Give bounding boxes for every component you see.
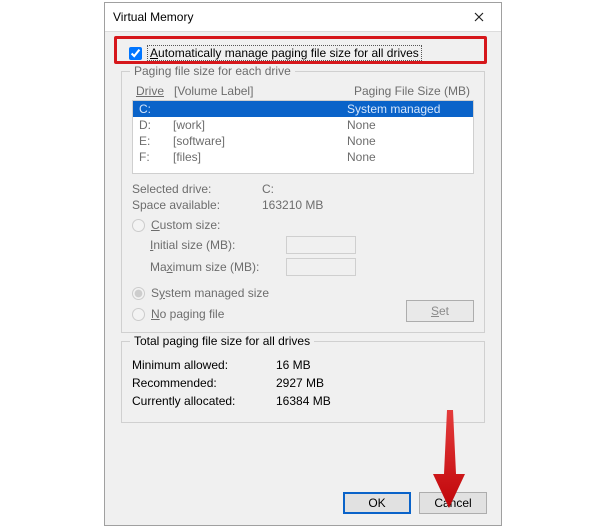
set-button[interactable]: Set	[406, 300, 474, 322]
drive-row[interactable]: F:[files]None	[133, 149, 473, 165]
no-paging-radio[interactable]	[132, 308, 145, 321]
auto-manage-row: Automatically manage paging file size fo…	[117, 40, 489, 65]
auto-manage-label[interactable]: Automatically manage paging file size fo…	[147, 45, 422, 61]
system-managed-label: System managed size	[151, 286, 269, 300]
drive-letter: F:	[139, 150, 173, 164]
initial-size-label: Initial size (MB):	[150, 238, 276, 252]
selected-drive-label: Selected drive:	[132, 182, 252, 196]
drive-paging-size: System managed	[347, 102, 467, 116]
auto-manage-checkbox[interactable]	[129, 47, 142, 60]
maximum-size-input[interactable]	[286, 258, 356, 276]
drive-row[interactable]: D:[work]None	[133, 117, 473, 133]
cur-value: 16384 MB	[276, 394, 331, 408]
custom-size-label: Custom size:	[151, 218, 220, 232]
drive-list-header: Drive [Volume Label] Paging File Size (M…	[132, 84, 474, 98]
custom-size-radio[interactable]	[132, 219, 145, 232]
initial-size-input[interactable]	[286, 236, 356, 254]
header-size: Paging File Size (MB)	[354, 84, 470, 98]
drive-paging-size: None	[347, 150, 467, 164]
min-label: Minimum allowed:	[132, 358, 264, 372]
drive-volume-label: [software]	[173, 134, 347, 148]
cancel-button[interactable]: Cancel	[419, 492, 487, 514]
titlebar: Virtual Memory	[105, 3, 501, 32]
no-paging-label: No paging file	[151, 307, 224, 321]
rec-label: Recommended:	[132, 376, 264, 390]
drive-volume-label: [files]	[173, 150, 347, 164]
drive-letter: C:	[139, 102, 173, 116]
cur-label: Currently allocated:	[132, 394, 264, 408]
dialog-footer: OK Cancel	[343, 492, 487, 514]
space-value: 163210 MB	[262, 198, 323, 212]
system-managed-radio[interactable]	[132, 287, 145, 300]
totals-legend: Total paging file size for all drives	[130, 334, 314, 348]
drive-volume-label	[173, 102, 347, 116]
close-icon[interactable]	[457, 3, 501, 31]
drive-letter: E:	[139, 134, 173, 148]
header-drive: Drive	[136, 84, 164, 98]
drive-volume-label: [work]	[173, 118, 347, 132]
space-label: Space available:	[132, 198, 252, 212]
drive-letter: D:	[139, 118, 173, 132]
rec-value: 2927 MB	[276, 376, 324, 390]
drive-paging-size: None	[347, 118, 467, 132]
virtual-memory-dialog: Virtual Memory Automatically manage pagi…	[104, 2, 502, 526]
drive-row[interactable]: E:[software]None	[133, 133, 473, 149]
header-volume: [Volume Label]	[174, 84, 253, 98]
drive-list[interactable]: C:System managedD:[work]NoneE:[software]…	[132, 100, 474, 174]
totals-group: Total paging file size for all drives Mi…	[121, 341, 485, 423]
selected-drive-value: C:	[262, 182, 274, 196]
ok-button[interactable]: OK	[343, 492, 411, 514]
drive-row[interactable]: C: System managed	[133, 101, 473, 117]
drives-legend: Paging file size for each drive	[130, 64, 295, 78]
maximum-size-label: Maximum size (MB):	[150, 260, 276, 274]
drive-paging-size: None	[347, 134, 467, 148]
drives-group: Paging file size for each drive Drive [V…	[121, 71, 485, 333]
min-value: 16 MB	[276, 358, 311, 372]
window-title: Virtual Memory	[113, 10, 193, 24]
